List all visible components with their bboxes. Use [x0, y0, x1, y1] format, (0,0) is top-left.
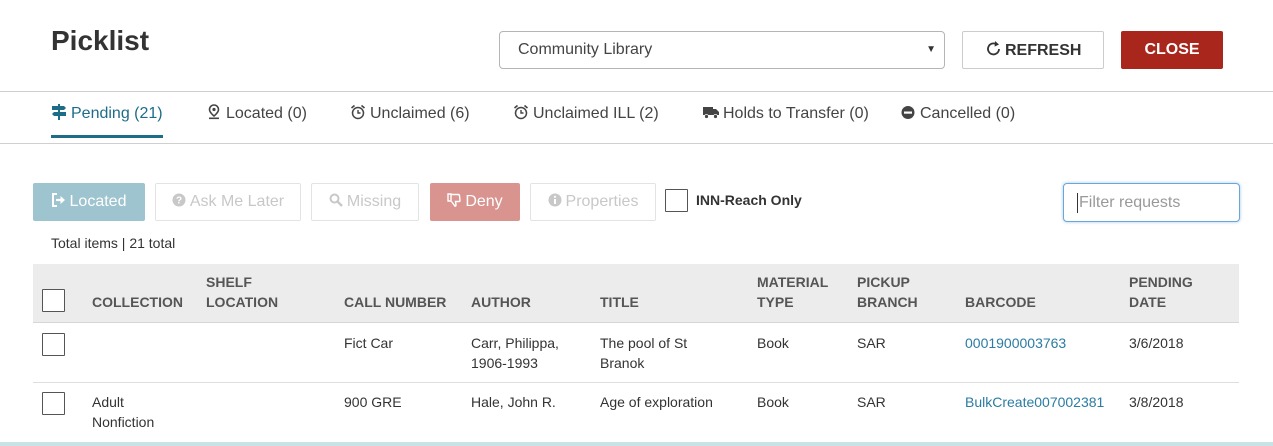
cell-line: 1906-1993 — [471, 355, 538, 371]
cell-pending-date: 3/6/2018 — [1129, 335, 1184, 351]
missing-label: Missing — [346, 193, 402, 210]
alarm-clock-icon — [513, 104, 529, 120]
properties-label: Properties — [565, 193, 639, 210]
column-header-title[interactable]: TITLE — [600, 292, 639, 312]
total-items: Total items | 21 total — [51, 235, 176, 251]
tab-unclaimed-ill[interactable]: Unclaimed ILL (2) — [513, 104, 659, 132]
tab-holds-to-transfer[interactable]: Holds to Transfer (0) — [703, 104, 869, 132]
column-header-call-number[interactable]: CALL NUMBER — [344, 292, 446, 312]
refresh-icon — [987, 41, 1000, 56]
column-header-line: PENDING — [1129, 274, 1193, 290]
column-header-line: LOCATION — [206, 294, 279, 310]
branch-select[interactable]: Community Library ▼ — [499, 31, 945, 69]
column-header-pending-date[interactable]: PENDING DATE — [1129, 272, 1193, 312]
cell-line: Hale, John R. — [471, 394, 556, 410]
tab-label: Located (0) — [226, 105, 307, 122]
row-checkbox[interactable] — [42, 392, 65, 415]
refresh-button[interactable]: REFRESH — [962, 31, 1104, 69]
column-header-shelf-location[interactable]: SHELF LOCATION — [206, 272, 278, 312]
info-circle-icon — [548, 193, 562, 207]
sign-out-icon — [51, 193, 65, 207]
close-button[interactable]: CLOSE — [1121, 31, 1223, 69]
alarm-clock-icon — [350, 104, 366, 120]
tab-label: Pending (21) — [71, 105, 163, 122]
thumbs-down-icon — [447, 193, 462, 207]
table-row[interactable]: Fict Car Carr, Philippa, 1906-1993 The p… — [33, 323, 1239, 383]
chevron-down-icon: ▼ — [926, 44, 936, 55]
table-header: COLLECTION SHELF LOCATION CALL NUMBER AU… — [33, 264, 1239, 323]
table-row[interactable]: Adult Nonfiction 900 GRE Hale, John R. A… — [33, 383, 1239, 443]
active-tab-indicator — [51, 135, 163, 138]
barcode-link[interactable]: 0001900003763 — [965, 333, 1066, 353]
located-label: Located — [69, 193, 127, 210]
column-header-line: SHELF — [206, 274, 252, 290]
cell-author: Carr, Philippa, 1906-1993 — [471, 333, 559, 373]
cell-line: Branok — [600, 355, 645, 371]
filter-requests-input[interactable] — [1077, 193, 1227, 213]
cell-line: The pool of St — [600, 335, 688, 351]
branch-select-value: Community Library — [518, 41, 653, 58]
cell-pending-date: 3/8/2018 — [1129, 394, 1184, 410]
svg-text:?: ? — [176, 196, 182, 207]
column-header-line: MATERIAL — [757, 274, 829, 290]
filter-requests-field[interactable] — [1063, 183, 1240, 222]
tab-located[interactable]: Located (0) — [206, 104, 307, 132]
cell-line: Carr, Philippa, — [471, 335, 559, 351]
tab-unclaimed[interactable]: Unclaimed (6) — [350, 104, 470, 132]
cell-material-type: Book — [757, 394, 789, 410]
located-button[interactable]: Located — [33, 183, 145, 221]
refresh-label: REFRESH — [1005, 42, 1082, 59]
minus-circle-icon — [901, 106, 915, 119]
tab-label: Unclaimed ILL (2) — [533, 105, 659, 122]
signpost-icon — [52, 104, 66, 120]
column-header-barcode[interactable]: BARCODE — [965, 292, 1036, 312]
cell-pickup-branch: SAR — [857, 335, 886, 351]
page-title: Picklist — [51, 25, 150, 56]
cell-title: The pool of St Branok — [600, 333, 687, 373]
barcode-link[interactable]: BulkCreate007002381 — [965, 392, 1104, 412]
tab-cancelled[interactable]: Cancelled (0) — [900, 104, 1015, 132]
column-header-author[interactable]: AUTHOR — [471, 292, 531, 312]
cell-pickup-branch: SAR — [857, 394, 886, 410]
select-all-checkbox[interactable] — [42, 289, 65, 312]
column-header-line: PICKUP — [857, 274, 910, 290]
tab-label: Unclaimed (6) — [370, 105, 470, 122]
cell-title: Age of exploration — [600, 392, 713, 412]
status-tabs: Pending (21) Located (0) Unclaimed (6) U… — [0, 92, 1273, 144]
map-marker-icon — [208, 104, 220, 120]
tab-label: Holds to Transfer (0) — [723, 105, 869, 122]
column-header-line: BRANCH — [857, 294, 918, 310]
cell-line: Adult — [92, 394, 124, 410]
deny-label: Deny — [465, 193, 503, 210]
ask-me-later-button[interactable]: ? Ask Me Later — [155, 183, 301, 221]
column-header-collection[interactable]: COLLECTION — [92, 292, 183, 312]
cell-material-type: Book — [757, 335, 789, 351]
question-circle-icon: ? — [172, 193, 186, 207]
cell-author: Hale, John R. — [471, 392, 556, 412]
cell-line: Age of exploration — [600, 394, 713, 410]
row-checkbox[interactable] — [42, 333, 65, 356]
cell-collection: Adult Nonfiction — [92, 392, 154, 432]
bottom-divider — [0, 442, 1273, 446]
cell-call-number: 900 GRE — [344, 394, 402, 410]
truck-icon — [703, 107, 719, 119]
column-header-pickup-branch[interactable]: PICKUP BRANCH — [857, 272, 918, 312]
column-header-line: TYPE — [757, 294, 794, 310]
header: Picklist Community Library ▼ REFRESH CLO… — [0, 0, 1273, 92]
tab-pending[interactable]: Pending (21) — [51, 104, 163, 138]
deny-button[interactable]: Deny — [430, 183, 520, 221]
properties-button[interactable]: Properties — [530, 183, 656, 221]
inn-reach-checkbox[interactable] — [665, 189, 688, 212]
inn-reach-label: INN-Reach Only — [696, 192, 802, 208]
cell-call-number: Fict Car — [344, 335, 393, 351]
cell-line: Nonfiction — [92, 414, 155, 430]
ask-me-later-label: Ask Me Later — [189, 193, 285, 210]
missing-button[interactable]: Missing — [311, 183, 419, 221]
column-header-line: DATE — [1129, 294, 1167, 310]
tab-label: Cancelled (0) — [920, 105, 1016, 122]
search-icon — [329, 193, 343, 207]
column-header-material-type[interactable]: MATERIAL TYPE — [757, 272, 828, 312]
